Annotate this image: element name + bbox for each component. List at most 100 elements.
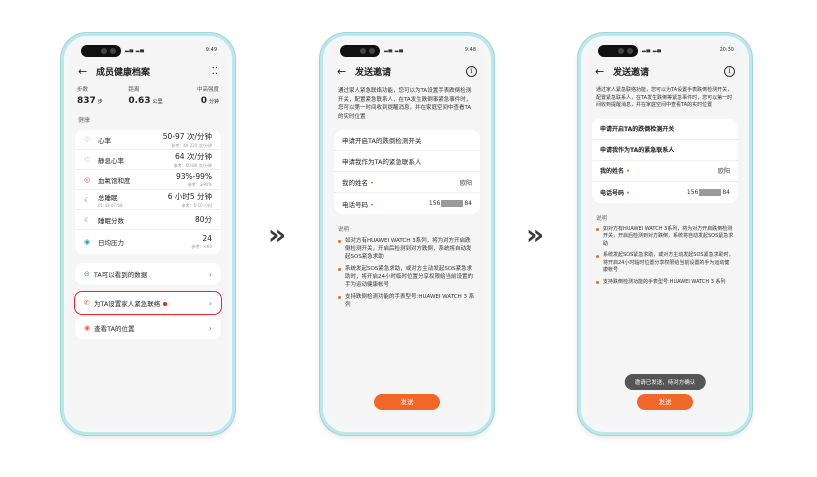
health-row-spo2[interactable]: ◎ 血氧饱和度 93%-99% 参考：≥90% bbox=[75, 170, 221, 190]
intro-text: 通过家人紧急联络功能，您可以为TA设置手表跌倒检测开关，配置紧急联系人，在TA发… bbox=[596, 87, 733, 108]
phone-3: ▂▄ ▂▄ 20:30 ← 发送邀请 i 通过家人紧急联络功能，您可以为TA设置… bbox=[578, 33, 752, 435]
health-row-stress[interactable]: ◉ 日均压力 24 参考：<60 bbox=[75, 230, 221, 254]
send-button[interactable]: 发送 bbox=[637, 394, 693, 410]
my-name-label: 我的姓名 bbox=[342, 179, 368, 187]
phone-1: ▂▄ ▂▄ 9:49 ← 成员健康档案 ⁚⁚ 步数 837 步 距离 0.63 公里… bbox=[61, 33, 235, 435]
masked-digits bbox=[441, 200, 464, 207]
chevron-right-icon: › bbox=[208, 323, 212, 333]
next-step-arrow-icon: » bbox=[526, 218, 545, 251]
camera-cutout bbox=[340, 45, 380, 57]
back-arrow-icon[interactable]: ← bbox=[595, 65, 609, 78]
phone-number-row[interactable]: 电话号码 • 156 84 bbox=[334, 193, 480, 214]
request-fall-detection-label: 申请开启TA的跌倒检测开关 bbox=[342, 137, 422, 145]
invite-sent-toast: 邀请已发送，待对方确认 bbox=[624, 374, 706, 390]
status-bar: ▂▄ ▂▄ 20:30 bbox=[586, 41, 744, 59]
health-value: 6 小时5 分钟 bbox=[167, 191, 212, 201]
health-name: 睡眠分数 bbox=[98, 216, 124, 225]
location-icon: ◉ bbox=[84, 324, 91, 332]
my-name-field[interactable]: 欧阳 bbox=[460, 178, 472, 187]
send-button[interactable]: 发送 bbox=[374, 394, 440, 410]
info-icon[interactable]: i bbox=[466, 65, 477, 77]
note-item: 系统发起SOS紧急求助，或对方主动发起SOS紧急求助时，将开启24小时临时位置分… bbox=[338, 265, 476, 289]
health-value: 24 bbox=[202, 234, 212, 243]
my-name-row[interactable]: 我的姓名 • 欧阳 bbox=[334, 172, 480, 193]
request-fall-detection-row[interactable]: 申请开启TA的跌倒检测开关 bbox=[592, 119, 738, 140]
signal-icon: ▂▄ ▂▄ bbox=[125, 47, 145, 53]
request-emergency-contact-label: 申请我作为TA的紧急联系人 bbox=[600, 147, 675, 154]
back-arrow-icon[interactable]: ← bbox=[78, 65, 92, 78]
request-emergency-contact-row[interactable]: 申请我作为TA的紧急联系人 bbox=[592, 140, 738, 161]
section-health-title: 健康 bbox=[78, 117, 91, 124]
oxygen-icon: ◎ bbox=[84, 175, 91, 184]
health-row-sleep-score[interactable]: ☾ 睡眠分数 80分 bbox=[75, 210, 221, 230]
notes-list: 如对方有HUAWEI WATCH 3系列，将为对方开启跌倒检测开关，开启后检测到… bbox=[586, 226, 744, 287]
steps-unit: 步 bbox=[97, 99, 103, 105]
masked-digits bbox=[699, 188, 722, 196]
notification-dot bbox=[163, 302, 168, 306]
my-name-row[interactable]: 我的姓名 • 欧阳 bbox=[592, 161, 738, 182]
activity-stats: 步数 837 步 距离 0.63 公里 中高强度 0 分钟 bbox=[69, 83, 227, 108]
phone-number-field[interactable]: 156 84 bbox=[687, 188, 730, 196]
intensity-label: 中高强度 bbox=[196, 87, 219, 93]
note-item: 如对方有HUAWEI WATCH 3系列，将为对方开启跌倒检测开关，开启后检测到… bbox=[596, 226, 734, 249]
health-name: 心率 bbox=[98, 136, 111, 145]
camera-cutout bbox=[598, 45, 638, 57]
health-name: 血氧饱和度 bbox=[98, 176, 131, 185]
status-time: 9:48 bbox=[464, 47, 476, 53]
steps-value: 837 bbox=[77, 96, 96, 106]
phone-suffix: 84 bbox=[464, 200, 472, 207]
status-time: 20:30 bbox=[719, 47, 734, 53]
stress-icon: ◉ bbox=[84, 238, 91, 246]
heart-icon: ♡ bbox=[84, 135, 91, 144]
phone-prefix: 156 bbox=[428, 200, 441, 207]
request-card: 申请开启TA的跌倒检测开关 申请我作为TA的紧急联系人 我的姓名 • 欧阳 电话… bbox=[592, 118, 738, 203]
info-icon[interactable]: i bbox=[724, 65, 735, 77]
health-row-heart-rate[interactable]: ♡ 心率 50-97 次/分钟 参考：40-220 次/分钟 bbox=[75, 130, 221, 150]
intensity-unit: 分钟 bbox=[208, 99, 219, 105]
screen-send-invite: ▂▄ ▂▄ 9:48 ← 发送邀请 i 通过家人紧急联络功能，您可以为TA设置手… bbox=[328, 41, 486, 427]
status-bar: ▂▄ ▂▄ 9:48 bbox=[328, 41, 486, 59]
request-fall-detection-label: 申请开启TA的跌倒检测开关 bbox=[600, 126, 675, 133]
data-visible-label: TA可以看到的数据 bbox=[93, 271, 148, 279]
sleep-score-icon: ☾ bbox=[84, 215, 91, 224]
health-ref: 参考：40-220 次/分钟 bbox=[171, 142, 212, 148]
back-arrow-icon[interactable]: ← bbox=[337, 65, 351, 78]
status-time: 9:49 bbox=[205, 47, 217, 53]
my-name-field[interactable]: 欧阳 bbox=[718, 166, 730, 175]
steps-label: 步数 bbox=[77, 87, 89, 93]
notes-title: 说明 bbox=[596, 215, 608, 222]
health-row-resting-heart-rate[interactable]: ♡ 静息心率 64 次/分钟 参考：60-80 次/分钟 bbox=[75, 150, 221, 170]
my-name-label: 我的姓名 bbox=[600, 168, 625, 175]
phone-number-label: 电话号码 bbox=[342, 200, 368, 209]
eye-icon: ⊝ bbox=[84, 270, 90, 278]
intensity-value: 0 bbox=[200, 96, 207, 106]
phone-number-row[interactable]: 电话号码 • 156 84 bbox=[592, 182, 738, 203]
notes-title: 说明 bbox=[338, 227, 350, 233]
heart-icon: ♡ bbox=[84, 155, 91, 164]
signal-icon: ▂▄ ▂▄ bbox=[642, 47, 662, 53]
note-item: 系统发起SOS紧急求助，或对方主动发起SOS紧急求助时，将开启24小时临时位置分… bbox=[596, 252, 734, 275]
distance-value: 0.63 bbox=[128, 96, 151, 106]
sleep-icon: ☾ bbox=[84, 195, 91, 204]
phone-number-field[interactable]: 156 84 bbox=[429, 200, 472, 207]
request-fall-detection-row[interactable]: 申请开启TA的跌倒检测开关 bbox=[334, 130, 480, 151]
data-visible-card[interactable]: ⊝ TA可以看到的数据 › bbox=[75, 263, 221, 285]
health-ref: 参考：≥90% bbox=[187, 181, 212, 187]
screen-health-profile: ▂▄ ▂▄ 9:49 ← 成员健康档案 ⁚⁚ 步数 837 步 距离 0.63 公里… bbox=[69, 41, 227, 427]
phone-icon: ✆ bbox=[84, 299, 90, 307]
signal-icon: ▂▄ ▂▄ bbox=[384, 47, 404, 53]
location-card[interactable]: ◉ 查看TA的位置 › bbox=[75, 317, 221, 339]
health-ref: 参考：60-80 次/分钟 bbox=[173, 162, 212, 168]
health-ref: 参考：6-10 小时 bbox=[181, 202, 212, 208]
sleep-time-range: 01:43-07:58 bbox=[98, 202, 123, 208]
location-label: 查看TA的位置 bbox=[94, 325, 135, 333]
more-icon[interactable]: ⁚⁚ bbox=[212, 66, 218, 77]
request-card: 申请开启TA的跌倒检测开关 申请我作为TA的紧急联系人 我的姓名 • 欧阳 电话… bbox=[334, 130, 480, 214]
status-bar: ▂▄ ▂▄ 9:49 bbox=[69, 41, 227, 59]
phone-suffix: 84 bbox=[722, 188, 730, 196]
note-item: 支持跌倒检测功能的手表型号:HUAWEI WATCH 3 系列 bbox=[338, 293, 476, 309]
request-emergency-contact-row[interactable]: 申请我作为TA的紧急联系人 bbox=[334, 151, 480, 172]
emergency-contact-card[interactable]: ✆ 为TA设置家人紧急联络 › bbox=[74, 291, 222, 315]
health-row-sleep[interactable]: ☾ 总睡眠 01:43-07:58 6 小时5 分钟 参考：6-10 小时 bbox=[75, 190, 221, 210]
chevron-right-icon: › bbox=[208, 298, 212, 308]
